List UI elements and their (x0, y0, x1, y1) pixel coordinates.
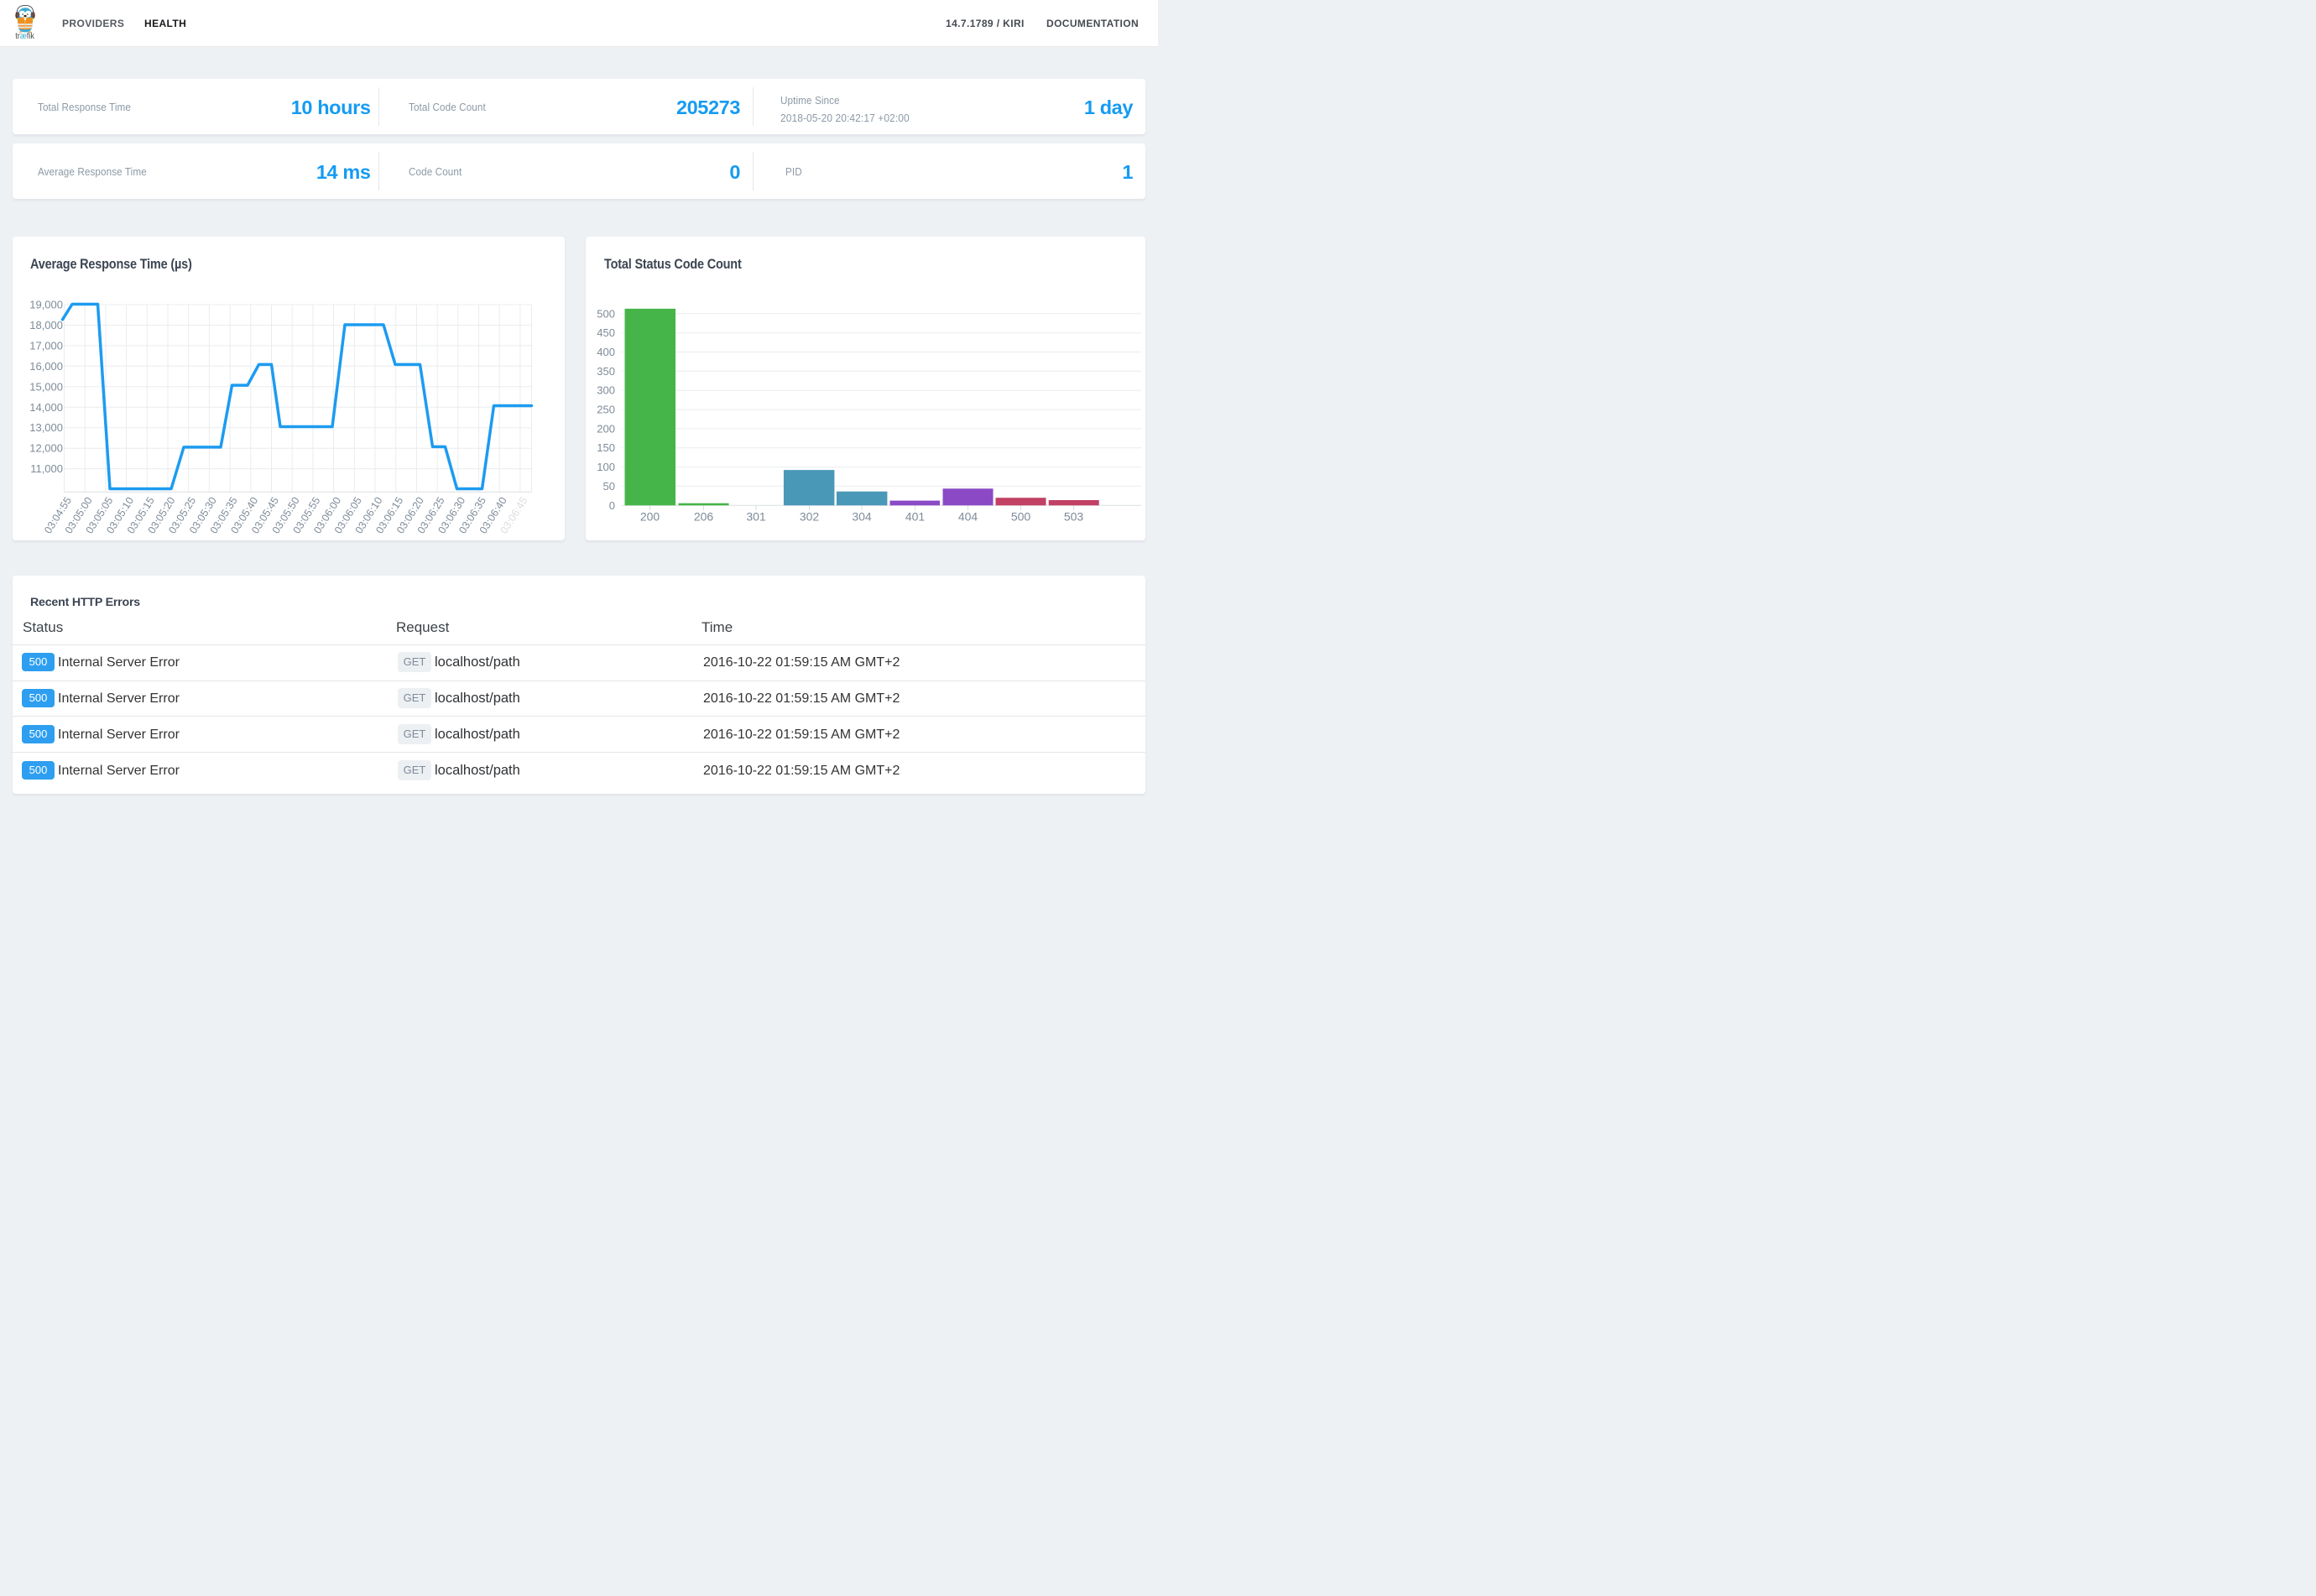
svg-text:404: 404 (958, 509, 978, 523)
svg-text:206: 206 (694, 509, 714, 523)
svg-text:400: 400 (597, 346, 615, 358)
svg-text:11,000: 11,000 (30, 462, 63, 475)
svg-text:12,000: 12,000 (29, 442, 63, 455)
svg-text:19,000: 19,000 (29, 299, 63, 311)
svg-text:301: 301 (746, 509, 766, 523)
svg-text:0: 0 (609, 499, 615, 512)
svg-text:304: 304 (852, 509, 872, 523)
svg-text:503: 503 (1064, 509, 1084, 523)
svg-text:50: 50 (603, 480, 615, 493)
svg-text:100: 100 (597, 461, 615, 473)
svg-text:302: 302 (800, 509, 820, 523)
svg-text:250: 250 (597, 404, 615, 416)
svg-text:450: 450 (597, 326, 615, 339)
svg-text:16,000: 16,000 (29, 360, 63, 373)
svg-text:17,000: 17,000 (29, 339, 63, 352)
svg-text:350: 350 (597, 365, 615, 378)
svg-text:150: 150 (597, 441, 615, 454)
svg-text:500: 500 (597, 307, 615, 320)
svg-text:træfik: træfik (15, 31, 34, 40)
svg-text:401: 401 (905, 509, 926, 523)
svg-text:500: 500 (1011, 509, 1031, 523)
svg-text:200: 200 (640, 509, 660, 523)
svg-text:14,000: 14,000 (29, 401, 63, 414)
svg-text:200: 200 (597, 422, 615, 435)
svg-text:13,000: 13,000 (29, 421, 63, 434)
svg-text:18,000: 18,000 (29, 319, 63, 331)
svg-text:300: 300 (597, 384, 615, 397)
svg-text:15,000: 15,000 (29, 380, 63, 393)
